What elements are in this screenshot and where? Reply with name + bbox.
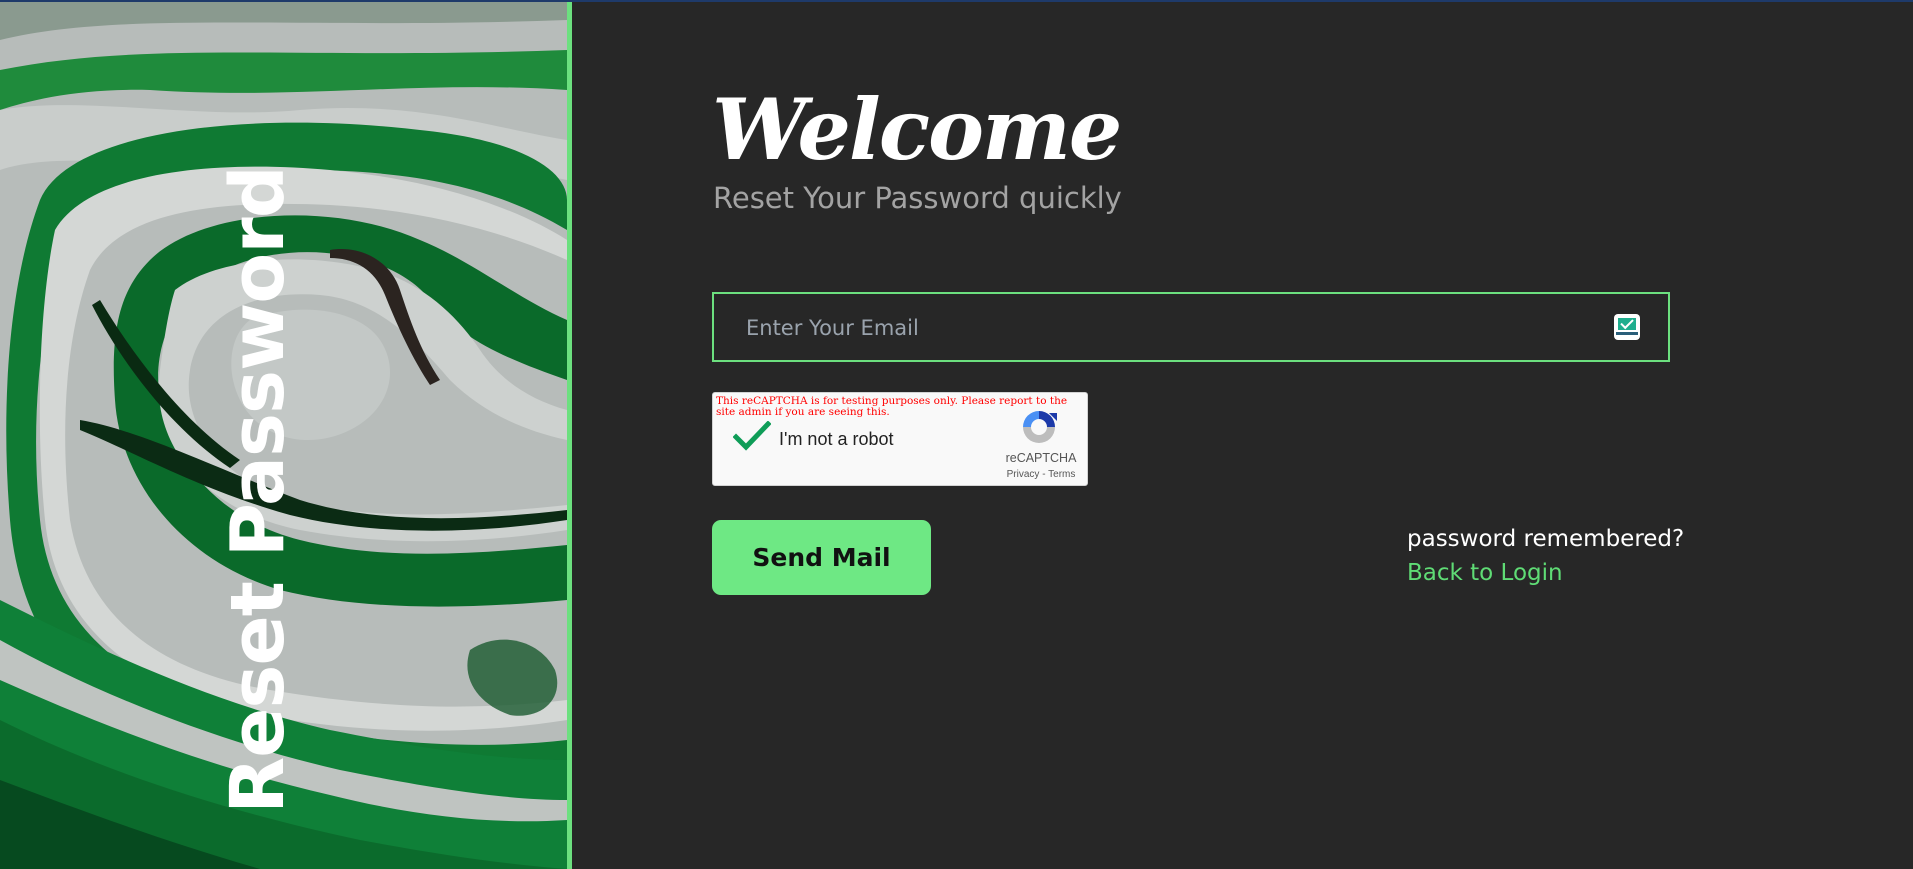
terms-link[interactable]: Terms [1048, 469, 1075, 480]
email-input[interactable] [744, 294, 1608, 362]
checkmark-icon[interactable] [733, 421, 771, 451]
marble-image-panel: Reset Password [0, 0, 567, 869]
recaptcha-logo-icon [1023, 411, 1057, 443]
privacy-link[interactable]: Privacy [1007, 469, 1040, 480]
tempmail-icon[interactable] [1614, 314, 1640, 340]
reset-password-vertical-title: Reset Password [215, 166, 301, 814]
email-field-container [712, 292, 1670, 362]
panel-divider [567, 0, 572, 869]
envelope-icon [1618, 318, 1636, 330]
password-remembered-text: password remembered? [1407, 526, 1685, 552]
subtitle: Reset Your Password quickly [713, 181, 1122, 215]
send-mail-button[interactable]: Send Mail [712, 520, 931, 595]
recaptcha-links: Privacy - Terms [997, 469, 1085, 480]
top-accent-line [0, 0, 1913, 2]
recaptcha-widget: This reCAPTCHA is for testing purposes o… [712, 392, 1088, 486]
recaptcha-label[interactable]: I'm not a robot [779, 429, 894, 450]
welcome-heading: Welcome [712, 80, 1122, 179]
recaptcha-brand: reCAPTCHA [1005, 451, 1077, 465]
links-separator: - [1039, 469, 1049, 480]
back-to-login-link[interactable]: Back to Login [1407, 560, 1563, 586]
tempmail-label-mark [1616, 332, 1638, 335]
